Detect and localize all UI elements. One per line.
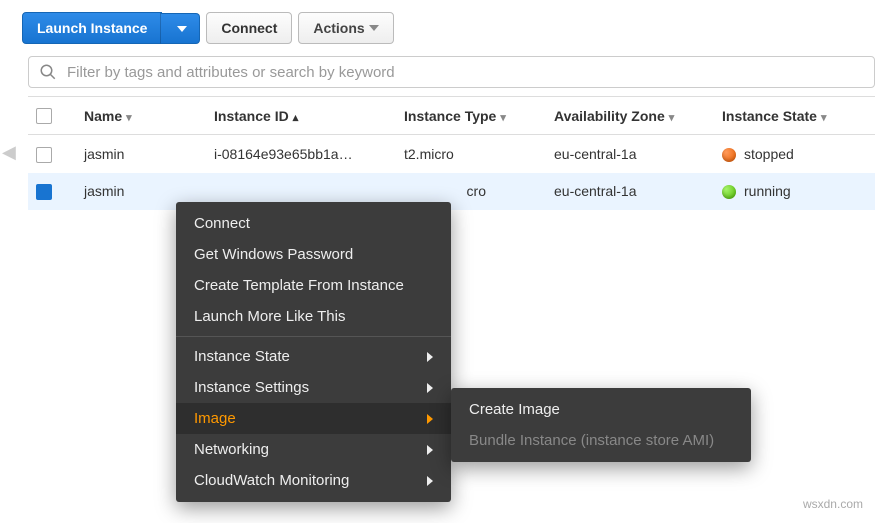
sort-icon: ▾ (669, 112, 675, 124)
launch-instance-button[interactable]: Launch Instance (22, 12, 162, 44)
ctx-iset-label: Instance Settings (194, 379, 309, 396)
col-state-label: Instance State (722, 108, 817, 124)
status-dot-stopped (722, 148, 736, 162)
sort-icon: ▾ (821, 112, 827, 124)
cell-instance-type: t2.micro (396, 135, 546, 173)
sort-icon: ▾ (500, 112, 506, 124)
search-icon (39, 63, 57, 81)
ctx-launch-more[interactable]: Launch More Like This (176, 301, 451, 332)
sub-bundle-instance: Bundle Instance (instance store AMI) (451, 425, 751, 456)
ctx-image[interactable]: Image (176, 403, 451, 434)
ctx-ct-label: Create Template From Instance (194, 277, 404, 294)
expand-handle-icon[interactable]: ◀ (0, 140, 18, 165)
status-dot-running (722, 185, 736, 199)
submenu-arrow-icon (427, 383, 433, 393)
col-instance-type[interactable]: Instance Type ▾ (396, 97, 546, 135)
launch-instance-group: Launch Instance (22, 12, 200, 44)
col-instance-state[interactable]: Instance State ▾ (714, 97, 875, 135)
ctx-get-windows-password[interactable]: Get Windows Password (176, 239, 451, 270)
ctx-connect-label: Connect (194, 215, 250, 232)
ctx-connect[interactable]: Connect (176, 208, 451, 239)
col-instance-id[interactable]: Instance ID ▴ (206, 97, 396, 135)
ctx-networking[interactable]: Networking (176, 434, 451, 465)
filter-row (0, 56, 875, 96)
search-input[interactable] (67, 64, 864, 81)
cell-instance-state: running (714, 173, 875, 210)
ctx-is-label: Instance State (194, 348, 290, 365)
col-type-label: Instance Type (404, 108, 496, 124)
actions-label: Actions (313, 20, 364, 36)
filter-box[interactable] (28, 56, 875, 88)
col-id-label: Instance ID (214, 108, 289, 124)
cell-name: jasmin (76, 135, 206, 173)
context-menu: Connect Get Windows Password Create Temp… (176, 202, 451, 502)
table-row[interactable]: jasmin i-08164e93e65bb1a… t2.micro eu-ce… (28, 135, 875, 173)
table-header-row: Name ▾ Instance ID ▴ Instance Type ▾ Availa… (28, 97, 875, 135)
col-availability-zone[interactable]: Availability Zone ▾ (546, 97, 714, 135)
actions-button[interactable]: Actions (298, 12, 393, 44)
col-az-label: Availability Zone (554, 108, 665, 124)
connect-button[interactable]: Connect (206, 12, 292, 44)
sort-asc-icon: ▴ (293, 112, 299, 124)
row-checkbox[interactable] (36, 184, 52, 200)
sort-icon: ▾ (126, 112, 132, 124)
watermark: wsxdn.com (803, 497, 863, 511)
ctx-net-label: Networking (194, 441, 269, 458)
row-checkbox[interactable] (36, 147, 52, 163)
select-all-checkbox[interactable] (36, 108, 52, 124)
instances-table: Name ▾ Instance ID ▴ Instance Type ▾ Availa… (28, 96, 875, 210)
submenu-arrow-icon (427, 414, 433, 424)
state-text: stopped (744, 146, 794, 162)
ctx-cw-label: CloudWatch Monitoring (194, 472, 349, 489)
ctx-instance-settings[interactable]: Instance Settings (176, 372, 451, 403)
cell-availability-zone: eu-central-1a (546, 173, 714, 210)
cell-availability-zone: eu-central-1a (546, 135, 714, 173)
ctx-instance-state[interactable]: Instance State (176, 341, 451, 372)
ctx-lm-label: Launch More Like This (194, 308, 345, 325)
image-submenu: Create Image Bundle Instance (instance s… (451, 388, 751, 462)
submenu-arrow-icon (427, 476, 433, 486)
sub-create-image[interactable]: Create Image (451, 394, 751, 425)
ctx-separator (176, 336, 451, 337)
toolbar: Launch Instance Connect Actions (0, 0, 875, 56)
ctx-cloudwatch[interactable]: CloudWatch Monitoring (176, 465, 451, 496)
ctx-gwp-label: Get Windows Password (194, 246, 353, 263)
col-name[interactable]: Name ▾ (76, 97, 206, 135)
submenu-arrow-icon (427, 445, 433, 455)
state-text: running (744, 183, 791, 199)
launch-instance-dropdown[interactable] (160, 13, 200, 44)
ctx-create-template[interactable]: Create Template From Instance (176, 270, 451, 301)
caret-down-icon (369, 25, 379, 31)
ctx-image-label: Image (194, 410, 236, 427)
submenu-arrow-icon (427, 352, 433, 362)
cell-instance-id: i-08164e93e65bb1a… (206, 135, 396, 173)
col-name-label: Name (84, 108, 122, 124)
caret-down-icon (177, 26, 187, 32)
cell-instance-state: stopped (714, 135, 875, 173)
table-row[interactable]: jasmin cro eu-central-1a running (28, 173, 875, 210)
